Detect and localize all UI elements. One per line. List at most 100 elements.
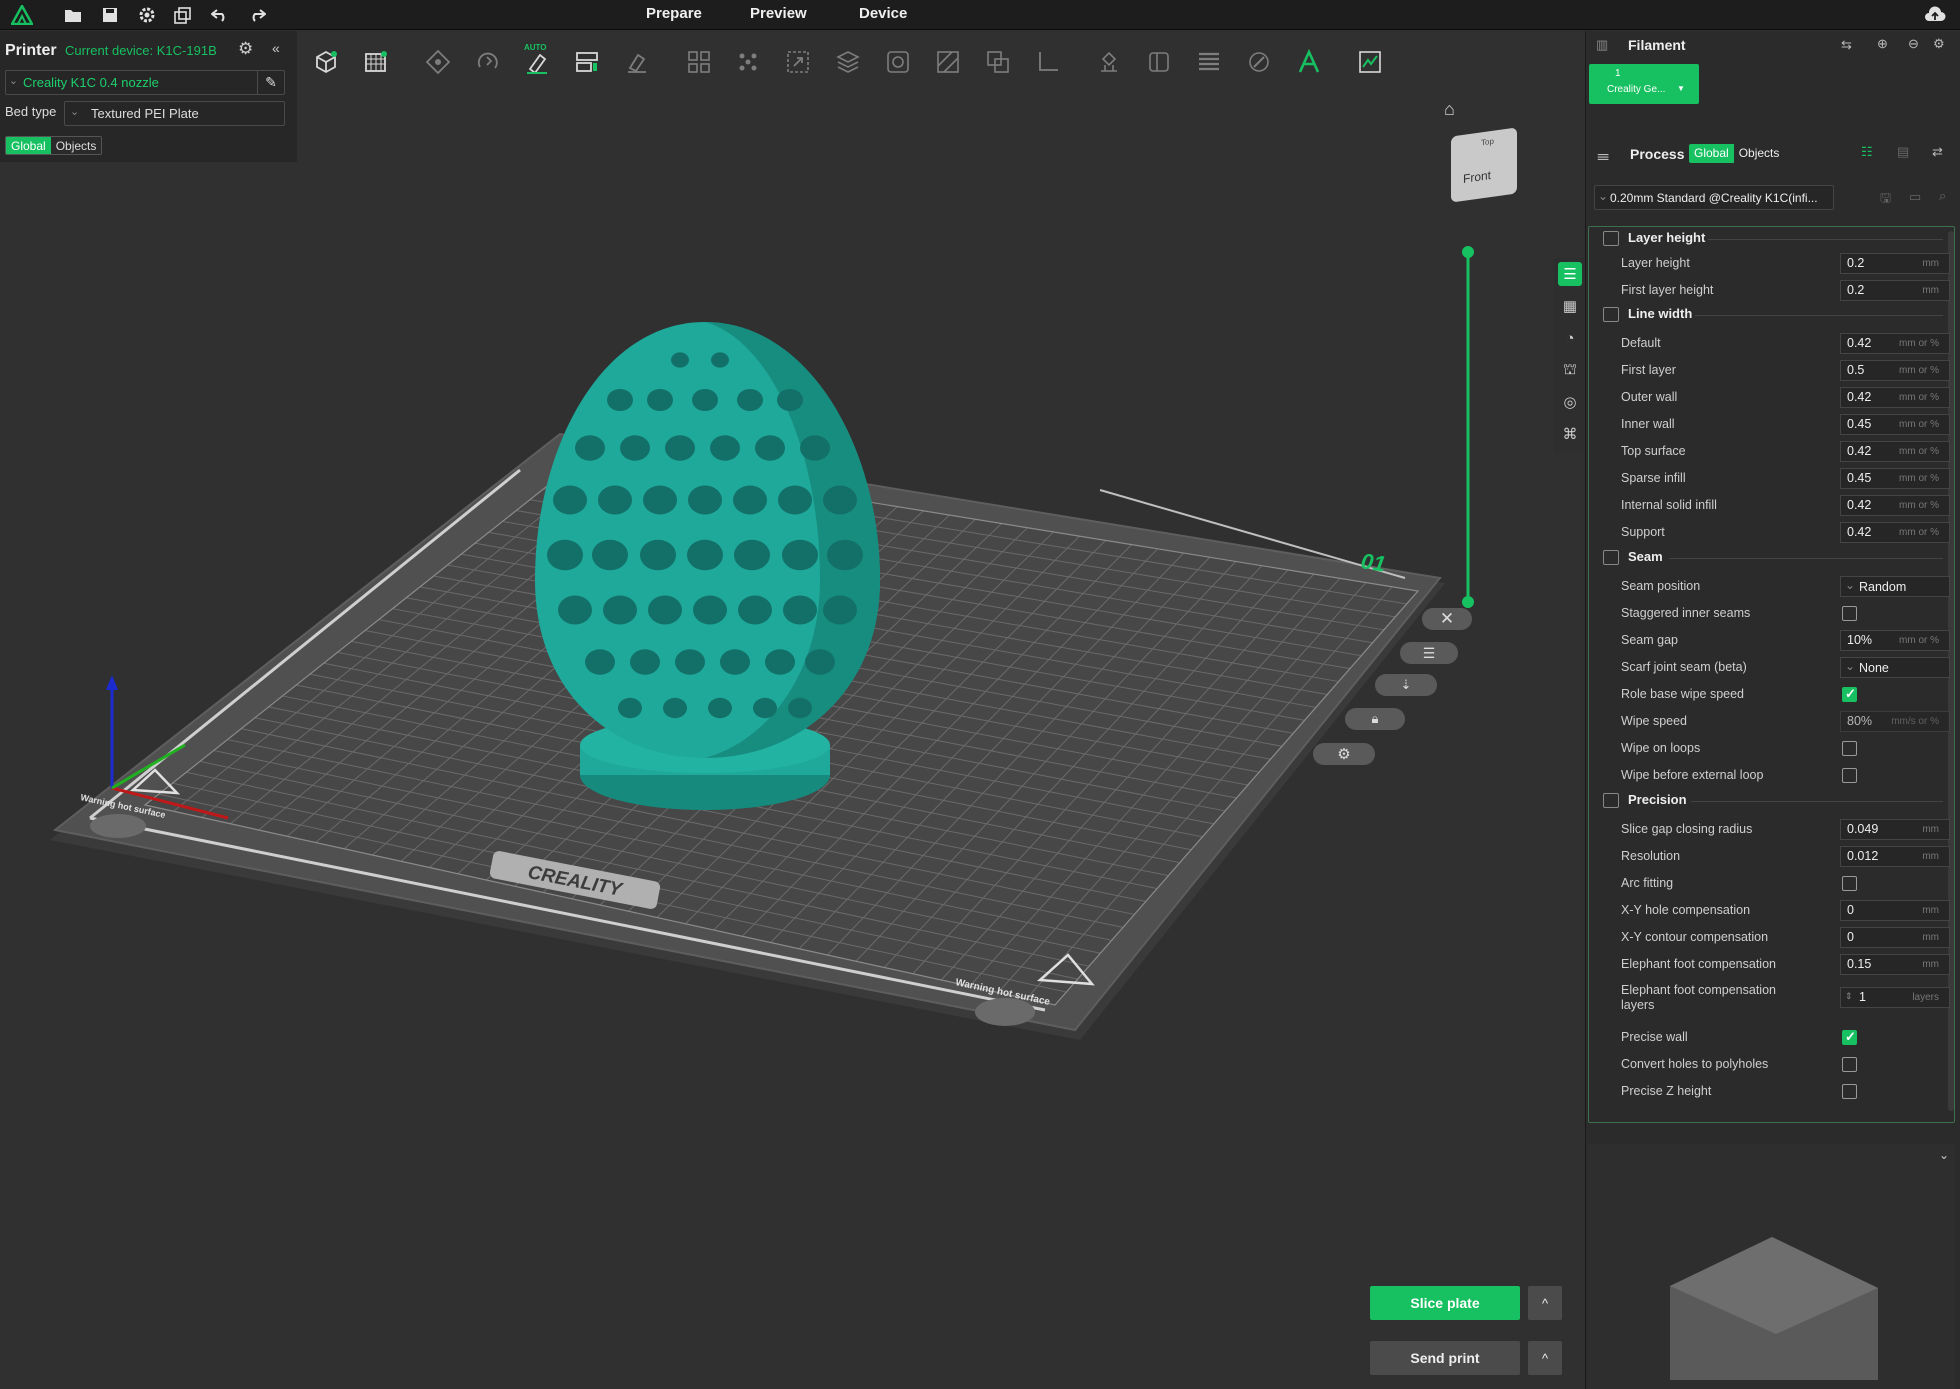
save-preset-icon[interactable]: 🖫 (1880, 189, 1891, 211)
wipe-on-loops-checkbox[interactable] (1842, 741, 1857, 756)
paint-icon[interactable] (620, 45, 654, 79)
home-view-icon[interactable]: ⌂ (1444, 99, 1466, 119)
3d-viewport[interactable]: 01 CREALITY Warning hot surface Warning … (0, 80, 1585, 1389)
points-icon[interactable] (731, 45, 765, 79)
filament-dropdown-icon[interactable]: ▼ (1677, 84, 1685, 93)
navigation-cube[interactable]: Front Top (1451, 127, 1517, 203)
app-logo-icon[interactable] (11, 4, 33, 26)
add-plate-icon[interactable] (359, 45, 393, 79)
setting-stepper[interactable]: ⇕ 1 layers (1840, 987, 1950, 1008)
process-scope-objects[interactable]: Objects (1734, 144, 1785, 163)
plate-list-icon[interactable]: ☰ (1400, 642, 1458, 664)
convert-holes-checkbox[interactable] (1842, 1057, 1857, 1072)
setting-input[interactable]: 0.5 mm or % (1840, 360, 1950, 381)
setting-input[interactable]: 0.012 mm (1840, 846, 1950, 867)
setting-input[interactable]: 0.42 mm or % (1840, 522, 1950, 543)
setting-input[interactable]: 0 mm (1840, 927, 1950, 948)
setting-input[interactable]: 10% mm or % (1840, 630, 1950, 651)
remove-filament-icon[interactable]: ⊖ (1908, 36, 1919, 52)
filament-sync-icon[interactable]: ⇆ (1841, 37, 1852, 53)
redo-icon[interactable] (246, 4, 268, 26)
tab-preview[interactable]: Preview (750, 5, 807, 22)
plate-arrange-icon[interactable]: ⇣ (1375, 674, 1437, 696)
compare-icon[interactable]: ▤ (1897, 144, 1909, 160)
send-print-button[interactable]: Send print (1370, 1341, 1520, 1375)
auto-orient-icon[interactable] (471, 45, 505, 79)
scarf-joint-select[interactable]: ⌄ None (1840, 657, 1950, 678)
setting-input[interactable]: 0.2 mm (1840, 253, 1950, 274)
seam-paint-icon[interactable] (1142, 45, 1176, 79)
cloud-upload-icon[interactable] (1924, 4, 1946, 26)
printer-settings-gear-icon[interactable]: ⚙ (238, 39, 253, 59)
orient-icon[interactable] (421, 45, 455, 79)
quality-tab-icon[interactable]: ☰ (1558, 262, 1582, 286)
setting-input[interactable]: 80% mm/s or % (1840, 711, 1950, 732)
cut-icon[interactable] (931, 45, 965, 79)
add-cube-icon[interactable] (309, 45, 343, 79)
copy-window-icon[interactable] (171, 4, 193, 26)
tab-prepare[interactable]: Prepare (646, 5, 702, 22)
layer-slider-top-handle[interactable] (1462, 246, 1474, 258)
hollow-icon[interactable] (881, 45, 915, 79)
others-tab-icon[interactable]: ◎ (1558, 390, 1582, 414)
filament-settings-icon[interactable]: ⚙ (1933, 36, 1945, 52)
support-tab-icon[interactable]: ⛫ (1558, 358, 1582, 382)
arc-fitting-checkbox[interactable] (1842, 876, 1857, 891)
open-folder-icon[interactable] (62, 4, 84, 26)
wipe-before-external-loop-checkbox[interactable] (1842, 768, 1857, 783)
search-icon[interactable]: ⌕ (1939, 188, 1946, 204)
process-preset-select[interactable]: ⌄ 0.20mm Standard @Creality K1C(infi... (1594, 185, 1834, 210)
strength-tab-icon[interactable]: ▦ (1558, 294, 1582, 318)
stepper-arrows-icon[interactable]: ⇕ (1845, 991, 1853, 1002)
undo-icon[interactable] (209, 4, 231, 26)
slice-plate-button[interactable]: Slice plate (1370, 1286, 1520, 1320)
advanced-toggle-icon[interactable]: ☷ (1861, 144, 1873, 160)
boolean-icon[interactable] (981, 45, 1015, 79)
slice-options-button[interactable]: ^ (1528, 1286, 1562, 1320)
delete-preset-icon[interactable]: ▭ (1909, 189, 1921, 205)
text-tool-icon[interactable] (1292, 45, 1326, 79)
setting-input[interactable]: 0.42 mm or % (1840, 495, 1950, 516)
layer-slider-bottom-handle[interactable] (1462, 596, 1474, 608)
layers-icon[interactable] (831, 45, 865, 79)
speed-tab-icon[interactable]: ◔ (1558, 326, 1582, 350)
current-device-label[interactable]: Current device: K1C-191B (65, 43, 217, 58)
nav-cube-front[interactable]: Front (1463, 168, 1491, 186)
setting-input[interactable]: 0.15 mm (1840, 954, 1950, 975)
tab-device[interactable]: Device (859, 5, 907, 22)
advanced-tab-icon[interactable]: ⌘ (1558, 422, 1582, 446)
setting-input[interactable]: 0 mm (1840, 900, 1950, 921)
filament-slot-1[interactable]: 1 Creality Ge... ▼ (1589, 64, 1699, 104)
setting-input[interactable]: 0.42 mm or % (1840, 387, 1950, 408)
close-plate-icon[interactable]: ✕ (1422, 608, 1472, 630)
measure-icon[interactable] (1031, 45, 1065, 79)
svg-tool-icon[interactable] (1353, 45, 1387, 79)
role-base-wipe-speed-checkbox[interactable] (1842, 686, 1857, 702)
process-scope-global[interactable]: Global (1689, 144, 1734, 163)
setting-input[interactable]: 0.45 mm or % (1840, 414, 1950, 435)
expand-chevron-icon[interactable]: ⌄ (1939, 1148, 1949, 1162)
setting-input[interactable]: 0.42 mm or % (1840, 441, 1950, 462)
collapse-panel-icon[interactable]: « (272, 40, 280, 56)
send-options-button[interactable]: ^ (1528, 1341, 1562, 1375)
color-paint-icon[interactable] (1242, 45, 1276, 79)
fuzzy-skin-icon[interactable] (1192, 45, 1226, 79)
precise-wall-checkbox[interactable] (1842, 1029, 1857, 1045)
settings-gear-icon[interactable] (136, 4, 158, 26)
process-link-icon[interactable]: ⇄ (1932, 144, 1943, 160)
plate-lock-icon[interactable]: 🔒︎ (1345, 708, 1405, 730)
plate-settings-icon[interactable]: ⚙ (1313, 743, 1375, 765)
support-paint-icon[interactable] (1092, 45, 1126, 79)
split-objects-icon[interactable] (570, 45, 604, 79)
scale-icon[interactable] (781, 45, 815, 79)
staggered-inner-seams-checkbox[interactable] (1842, 606, 1857, 621)
setting-input[interactable]: 0.2 mm (1840, 280, 1950, 301)
grid-layout-icon[interactable] (682, 45, 716, 79)
auto-arrange-icon[interactable] (520, 45, 554, 79)
seam-position-select[interactable]: ⌄ Random (1840, 576, 1950, 597)
save-icon[interactable] (99, 4, 121, 26)
setting-input[interactable]: 0.049 mm (1840, 819, 1950, 840)
setting-input[interactable]: 0.45 mm or % (1840, 468, 1950, 489)
add-filament-icon[interactable]: ⊕ (1877, 36, 1888, 52)
setting-input[interactable]: 0.42 mm or % (1840, 333, 1950, 354)
